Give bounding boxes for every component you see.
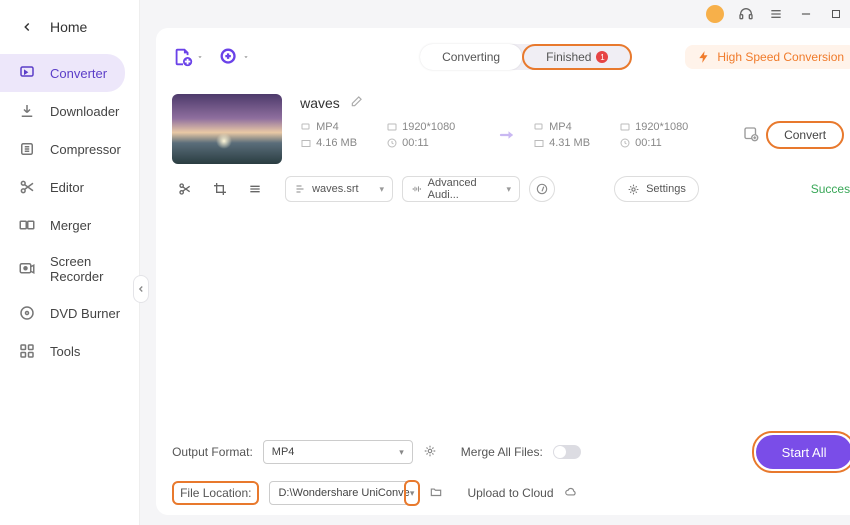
sidebar-item-label: Editor [50, 180, 84, 195]
main: Converting Finished 1 High Speed Convers… [140, 0, 850, 525]
dst-format: MP4 [533, 121, 613, 133]
sidebar-item-merger[interactable]: Merger [0, 206, 139, 244]
sidebar-nav: Converter Downloader Compressor Editor M… [0, 54, 139, 370]
sidebar-item-screen-recorder[interactable]: Screen Recorder [0, 244, 139, 294]
dst-resolution: 1920*1080 [619, 121, 714, 133]
crop-button[interactable] [207, 177, 233, 201]
trim-button[interactable] [172, 177, 198, 201]
record-icon [18, 260, 36, 278]
tab-label: Converting [442, 50, 500, 64]
chevron-down-icon: ▾ [399, 447, 404, 458]
src-duration: 00:11 [386, 137, 481, 149]
merge-toggle[interactable] [553, 445, 581, 459]
file-location-caret-highlight[interactable]: ▾ [404, 480, 421, 506]
audio-select[interactable]: Advanced Audi... ▾ [402, 176, 520, 202]
file-name: waves [300, 95, 340, 111]
info-button[interactable] [529, 176, 555, 202]
sidebar-item-dvd-burner[interactable]: DVD Burner [0, 294, 139, 332]
tab-label: Finished [546, 50, 591, 64]
avatar[interactable] [706, 5, 724, 23]
convert-button[interactable]: Convert [766, 121, 844, 149]
file-row: waves MP4 1920*1080 MP4 1920*1080 Conver… [172, 94, 850, 164]
upload-label: Upload to Cloud [467, 486, 553, 500]
grid-icon [18, 342, 36, 360]
disc-icon [18, 304, 36, 322]
format-settings-icon[interactable] [423, 444, 437, 461]
src-format: MP4 [300, 121, 380, 133]
add-url-button[interactable] [218, 42, 250, 72]
video-thumbnail[interactable] [172, 94, 282, 164]
sidebar: Home Converter Downloader Compressor Edi… [0, 0, 140, 525]
output-format-label: Output Format: [172, 445, 253, 459]
download-icon [18, 102, 36, 120]
titlebar [140, 0, 850, 28]
sidebar-item-label: Merger [50, 218, 91, 233]
sidebar-item-label: Converter [50, 66, 107, 81]
convert-button-wrap: Convert [766, 121, 850, 149]
subtitle-value: waves.srt [312, 183, 358, 195]
maximize-button[interactable] [828, 6, 844, 22]
file-location-label: File Location: [180, 486, 251, 500]
file-location-label-highlight: File Location: [172, 481, 259, 505]
src-size: 4.16 MB [300, 137, 380, 149]
tab-converting[interactable]: Converting [420, 44, 522, 70]
start-all-highlight: Start All [752, 431, 850, 473]
file-location-select[interactable]: D:\Wondershare UniConverter 1 ▾ [269, 481, 419, 505]
tabs: Converting Finished 1 [420, 44, 632, 70]
output-format-select[interactable]: MP4 ▾ [263, 440, 413, 464]
file-meta: waves MP4 1920*1080 MP4 1920*1080 Conver… [300, 94, 850, 164]
dst-size: 4.31 MB [533, 137, 613, 149]
open-folder-icon[interactable] [429, 485, 443, 502]
cloud-icon[interactable] [564, 485, 578, 502]
sidebar-item-downloader[interactable]: Downloader [0, 92, 139, 130]
sidebar-item-tools[interactable]: Tools [0, 332, 139, 370]
chevron-down-icon: ▾ [380, 184, 385, 195]
chevron-down-icon: ▾ [507, 184, 512, 195]
add-file-button[interactable] [172, 42, 204, 72]
audio-value: Advanced Audi... [428, 177, 501, 201]
sidebar-item-converter[interactable]: Converter [0, 54, 125, 92]
finished-badge: 1 [596, 51, 608, 63]
compress-icon [18, 140, 36, 158]
chevron-left-icon [18, 18, 36, 36]
back-home[interactable]: Home [0, 8, 139, 46]
edit-name-icon[interactable] [350, 94, 364, 111]
sidebar-collapse[interactable] [133, 275, 149, 303]
high-speed-button[interactable]: High Speed Conversion [685, 45, 850, 69]
merge-label: Merge All Files: [461, 445, 543, 459]
sidebar-item-editor[interactable]: Editor [0, 168, 139, 206]
status-text: Success [811, 182, 850, 196]
home-label: Home [50, 19, 87, 35]
tab-finished[interactable]: Finished 1 [522, 44, 632, 70]
toolbar: Converting Finished 1 High Speed Convers… [172, 42, 850, 72]
src-resolution: 1920*1080 [386, 121, 481, 133]
sidebar-item-label: Tools [50, 344, 80, 359]
arrow-icon [487, 126, 527, 144]
output-format-value: MP4 [272, 446, 295, 458]
minimize-button[interactable] [798, 6, 814, 22]
merge-icon [18, 216, 36, 234]
content-card: Converting Finished 1 High Speed Convers… [156, 28, 850, 515]
sidebar-item-label: Compressor [50, 142, 121, 157]
sidebar-item-compressor[interactable]: Compressor [0, 130, 139, 168]
subtitle-select[interactable]: waves.srt ▾ [285, 176, 393, 202]
settings-label: Settings [646, 183, 686, 195]
file-location-value: D:\Wondershare UniConverter 1 [278, 487, 410, 499]
more-button[interactable] [242, 177, 268, 201]
promo-label: High Speed Conversion [717, 50, 844, 64]
dst-duration: 00:11 [619, 137, 714, 149]
converter-icon [18, 64, 36, 82]
effects-icon[interactable] [742, 125, 760, 146]
headset-icon[interactable] [738, 6, 754, 22]
settings-button[interactable]: Settings [614, 176, 699, 202]
footer: Output Format: MP4 ▾ Merge All Files: St… [172, 421, 850, 505]
sidebar-item-label: DVD Burner [50, 306, 120, 321]
start-all-button[interactable]: Start All [756, 435, 850, 469]
menu-icon[interactable] [768, 6, 784, 22]
sidebar-item-label: Screen Recorder [50, 254, 121, 284]
scissors-icon [18, 178, 36, 196]
sidebar-item-label: Downloader [50, 104, 119, 119]
file-controls: waves.srt ▾ Advanced Audi... ▾ Settings … [172, 176, 850, 202]
